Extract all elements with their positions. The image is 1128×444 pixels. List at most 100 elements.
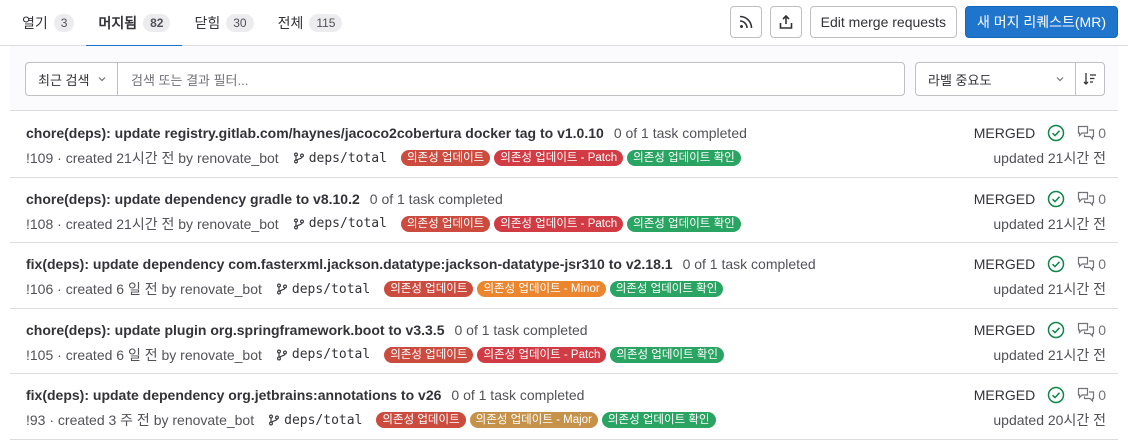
mr-comments[interactable]: 0 <box>1077 125 1106 141</box>
tab-merged[interactable]: 머지됨 82 <box>86 0 183 47</box>
mr-task-status: 0 of 1 task completed <box>613 125 747 141</box>
sort-direction-button[interactable] <box>1075 62 1105 96</box>
mr-label[interactable]: 의존성 업데이트 확인 <box>601 412 716 428</box>
mr-created-info: !105 · created 6 일 전 by renovate_bot <box>26 346 262 363</box>
tab-all[interactable]: 전체 115 <box>266 0 355 46</box>
mr-labels: 의존성 업데이트 의존성 업데이트 - Patch 의존성 업데이트 확인 <box>384 346 724 363</box>
mr-label[interactable]: 의존성 업데이트 확인 <box>627 150 741 166</box>
new-merge-request-button[interactable]: 새 머지 리퀘스트(MR) <box>964 6 1118 38</box>
mr-title-line: fix(deps): update dependency org.jetbrai… <box>26 387 584 403</box>
mr-state[interactable]: MERGED <box>974 191 1035 207</box>
mr-label[interactable]: 의존성 업데이트 - Minor <box>477 281 606 297</box>
export-button[interactable] <box>769 6 802 38</box>
search-input[interactable]: 검색 또는 결과 필터... <box>117 62 905 96</box>
merge-request-row[interactable]: fix(deps): update dependency com.fasterx… <box>10 243 1118 309</box>
search-placeholder: 검색 또는 결과 필터... <box>131 72 249 88</box>
merge-request-row[interactable]: chore(deps): update registry.gitlab.com/… <box>10 112 1118 178</box>
mr-label[interactable]: 의존성 업데이트 - Major <box>469 412 598 428</box>
mr-created-info: !108 · created 21시간 전 by renovate_bot <box>26 215 279 232</box>
branch-name: deps/total <box>291 281 371 297</box>
mr-label[interactable]: 의존성 업데이트 - Patch <box>494 150 624 166</box>
mr-label[interactable]: 의존성 업데이트 확인 <box>609 281 724 297</box>
mr-state[interactable]: MERGED <box>974 256 1035 272</box>
mr-target-branch[interactable]: deps/total <box>293 151 387 166</box>
branch-icon <box>293 152 304 164</box>
mr-label[interactable]: 의존성 업데이트 <box>384 346 474 363</box>
tab-count-badge: 115 <box>309 14 343 32</box>
merge-request-row[interactable]: chore(deps): update plugin org.springfra… <box>10 309 1118 374</box>
mr-title-link[interactable]: chore(deps): update plugin org.springfra… <box>26 322 444 338</box>
mr-label[interactable]: 의존성 업데이트 <box>400 215 491 232</box>
mr-comments[interactable]: 0 <box>1077 387 1106 403</box>
comment-count: 0 <box>1098 190 1106 207</box>
mr-label[interactable]: 의존성 업데이트 <box>376 412 466 428</box>
check-circle-icon[interactable] <box>1047 124 1065 142</box>
mr-target-branch[interactable]: deps/total <box>293 216 387 231</box>
sort-label: 라벨 중요도 <box>928 72 992 88</box>
mr-created-info: !106 · created 6 일 전 by renovate_bot <box>26 281 262 297</box>
comments-icon <box>1078 125 1095 141</box>
comment-count: 0 <box>1098 256 1106 272</box>
branch-name: deps/total <box>291 347 371 362</box>
comments-icon <box>1078 387 1095 403</box>
check-circle-icon[interactable] <box>1047 386 1065 404</box>
mr-updated: updated 21시간 전 <box>993 281 1106 297</box>
comments-icon <box>1078 322 1095 337</box>
mr-title-link[interactable]: fix(deps): update dependency com.fasterx… <box>26 256 673 272</box>
tab-closed[interactable]: 닫힘 30 <box>182 0 265 46</box>
mr-meta: !108 · created 21시간 전 by renovate_bot dep… <box>26 214 741 234</box>
check-circle-icon[interactable] <box>1047 255 1065 273</box>
mr-state[interactable]: MERGED <box>974 322 1035 338</box>
merge-request-row[interactable]: chore(deps): update dependency gradle to… <box>10 178 1118 243</box>
mr-meta: !105 · created 6 일 전 by renovate_bot deps… <box>26 345 724 365</box>
edit-merge-requests-button[interactable]: Edit merge requests <box>809 6 957 38</box>
mr-status: MERGED 0 <box>974 321 1106 339</box>
state-tabs: 열기 3 머지됨 82 닫힘 30 전체 115 <box>10 0 355 47</box>
merge-request-list: chore(deps): update registry.gitlab.com/… <box>10 112 1118 440</box>
mr-status: MERGED 0 <box>974 190 1106 208</box>
mr-target-branch[interactable]: deps/total <box>268 413 362 428</box>
merge-request-row[interactable]: fix(deps): update dependency org.jetbrai… <box>10 374 1118 440</box>
header-actions: Edit merge requests 새 머지 리퀘스트(MR) <box>729 6 1118 38</box>
mr-labels: 의존성 업데이트 의존성 업데이트 - Major 의존성 업데이트 확인 <box>376 412 716 428</box>
chevron-down-icon <box>1056 77 1064 82</box>
mr-task-status: 0 of 1 task completed <box>451 387 585 403</box>
sort-dropdown[interactable]: 라벨 중요도 <box>915 62 1075 96</box>
mr-label[interactable]: 의존성 업데이트 확인 <box>610 346 724 363</box>
mr-label[interactable]: 의존성 업데이트 - Patch <box>494 215 624 232</box>
mr-label[interactable]: 의존성 업데이트 <box>400 150 491 166</box>
mr-labels: 의존성 업데이트 의존성 업데이트 - Patch 의존성 업데이트 확인 <box>400 215 741 232</box>
mr-state[interactable]: MERGED <box>974 387 1035 403</box>
mr-status: MERGED 0 <box>974 124 1106 142</box>
check-circle-icon[interactable] <box>1047 321 1065 339</box>
mr-target-branch[interactable]: deps/total <box>276 347 370 362</box>
mr-labels: 의존성 업데이트 의존성 업데이트 - Patch 의존성 업데이트 확인 <box>400 150 741 166</box>
tab-open[interactable]: 열기 3 <box>10 0 86 46</box>
mr-title-line: chore(deps): update registry.gitlab.com/… <box>26 125 747 141</box>
check-circle-icon[interactable] <box>1047 190 1065 208</box>
tab-count-badge: 30 <box>226 14 254 32</box>
tab-label: 닫힘 <box>194 15 221 31</box>
mr-created-info: !93 · created 3 주 전 by renovate_bot <box>26 412 255 428</box>
mr-title-link[interactable]: chore(deps): update registry.gitlab.com/… <box>26 125 604 141</box>
recent-searches-dropdown[interactable]: 최근 검색 <box>25 62 117 96</box>
mr-label[interactable]: 의존성 업데이트 - Patch <box>477 346 607 363</box>
branch-name: deps/total <box>308 216 387 231</box>
mr-comments[interactable]: 0 <box>1077 256 1106 272</box>
chevron-down-icon <box>98 77 106 82</box>
mr-comments[interactable]: 0 <box>1077 322 1106 338</box>
filter-bar: 최근 검색 검색 또는 결과 필터... 라벨 중요도 <box>10 46 1118 111</box>
mr-target-branch[interactable]: deps/total <box>276 282 370 297</box>
mr-label[interactable]: 의존성 업데이트 <box>384 281 474 297</box>
branch-icon <box>269 414 280 426</box>
mr-comments[interactable]: 0 <box>1077 191 1106 207</box>
mr-state[interactable]: MERGED <box>974 125 1035 141</box>
mr-label[interactable]: 의존성 업데이트 확인 <box>627 215 741 232</box>
rss-button[interactable] <box>729 6 762 38</box>
mr-title-link[interactable]: chore(deps): update dependency gradle to… <box>26 191 360 207</box>
comments-icon <box>1078 191 1095 206</box>
mr-title-line: fix(deps): update dependency com.fasterx… <box>26 256 816 272</box>
mr-updated: updated 21시간 전 <box>993 150 1106 166</box>
branch-icon <box>276 349 287 360</box>
mr-title-link[interactable]: fix(deps): update dependency org.jetbrai… <box>26 387 441 403</box>
